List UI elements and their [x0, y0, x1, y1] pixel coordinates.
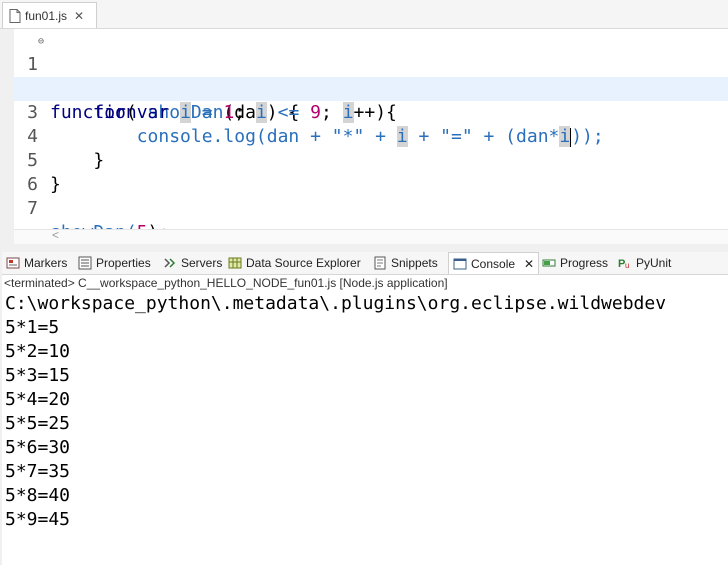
tab-label: Servers: [181, 256, 223, 270]
tab-console[interactable]: Console ✕: [448, 252, 540, 274]
tab-label: PyUnit: [636, 256, 672, 270]
editor-tab-bar: fun01.js ✕: [0, 0, 728, 29]
tab-label: Data Source Explorer: [246, 256, 361, 270]
console-line: 5*9=45: [5, 509, 71, 530]
progress-icon: [542, 259, 556, 267]
console-line: 5*3=15: [5, 365, 71, 386]
console-line: 5*6=30: [5, 437, 71, 458]
tab-properties[interactable]: Properties: [78, 252, 151, 274]
tab-markers[interactable]: Markers: [6, 252, 67, 274]
console-line: 5*7=35: [5, 461, 71, 482]
code-line-3: 3 console.log(dan + "*" + i + "=" + (dan…: [14, 77, 728, 147]
svg-text:u: u: [625, 261, 629, 270]
properties-icon: [78, 256, 92, 270]
tab-data-source-explorer[interactable]: Data Source Explorer: [228, 252, 361, 274]
code-line-7: 7 showDan(5);: [14, 173, 728, 243]
close-icon[interactable]: ✕: [524, 257, 534, 271]
code-line-1: 1 ⊖ function showDan(dan) {: [14, 29, 728, 123]
code-line-2: 2 for(var i = 1; i <= 9; i++){: [14, 53, 728, 123]
editor-horizontal-scrollbar[interactable]: <: [14, 228, 728, 244]
data-source-icon: [228, 257, 242, 269]
tab-snippets[interactable]: Snippets: [373, 252, 438, 274]
code-line-6: 6: [14, 149, 728, 195]
console-line: 5*5=25: [5, 413, 71, 434]
js-file-icon: [9, 8, 21, 23]
console-icon: [453, 258, 467, 269]
tab-label: Console: [471, 256, 516, 271]
console-line: C:\workspace_python\.metadata\.plugins\o…: [5, 293, 667, 314]
scroll-left-icon[interactable]: <: [52, 228, 59, 242]
console-line: 5*1=5: [5, 317, 60, 338]
line-number: 7: [27, 198, 38, 219]
pyunit-icon: Pu: [618, 258, 629, 270]
tab-pyunit[interactable]: Pu PyUnit: [618, 252, 671, 274]
console-line: 5*2=10: [5, 341, 71, 362]
panel-divider: [0, 244, 728, 252]
view-tab-bar: Markers Properties Servers Data Source E…: [2, 252, 728, 275]
console-line: 5*4=20: [5, 389, 71, 410]
fold-collapse-icon[interactable]: ⊖: [38, 30, 47, 54]
tab-progress[interactable]: Progress: [542, 252, 608, 274]
close-icon[interactable]: ✕: [74, 9, 84, 23]
console-output[interactable]: C:\workspace_python\.metadata\.plugins\o…: [2, 292, 728, 565]
code-editor[interactable]: 1 ⊖ function showDan(dan) { 2 for(var i …: [14, 29, 728, 243]
editor-tab-fun01[interactable]: fun01.js ✕: [2, 2, 97, 28]
code-line-4: 4 }: [14, 101, 728, 171]
tab-servers[interactable]: Servers: [163, 252, 222, 274]
code-line-5: 5 }: [14, 125, 728, 195]
markers-icon: [6, 257, 20, 269]
tab-label: Snippets: [391, 256, 438, 270]
editor-tab-label: fun01.js: [25, 8, 68, 23]
tab-label: Markers: [24, 256, 68, 270]
snippets-icon: [374, 256, 386, 270]
tab-label: Progress: [560, 256, 609, 270]
tab-label: Properties: [96, 256, 151, 270]
console-line: 5*8=40: [5, 485, 71, 506]
servers-icon: [164, 258, 176, 268]
console-status-line: <terminated> C__workspace_python_HELLO_N…: [2, 275, 728, 292]
